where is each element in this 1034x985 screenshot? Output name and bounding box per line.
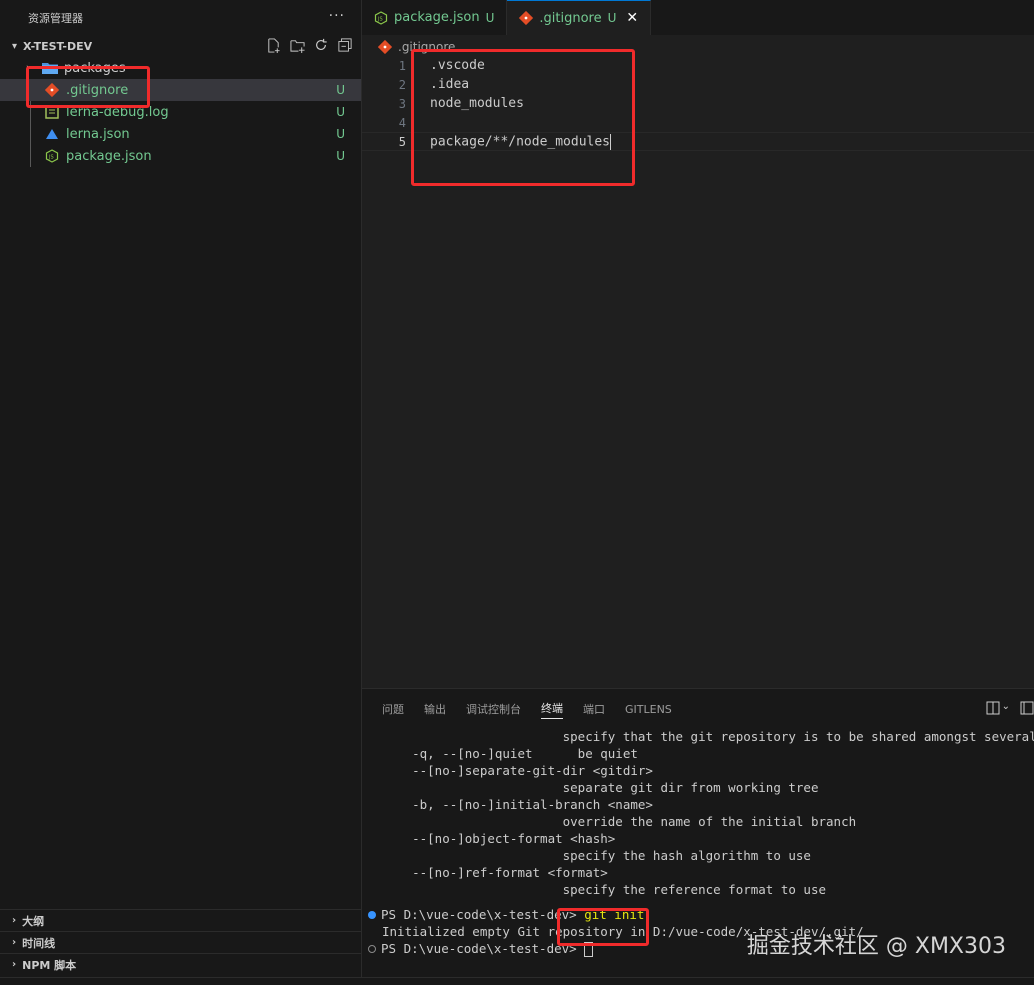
command-success-icon (368, 911, 376, 919)
panel-actions: ⌄ (986, 701, 1034, 719)
nodejs-icon: JS (374, 10, 388, 25)
explorer-title: 资源管理器 (28, 11, 83, 25)
line-number: 1 (398, 58, 406, 73)
tab-output[interactable]: 输出 (424, 701, 446, 717)
outline-section[interactable]: › 大纲 (0, 909, 361, 931)
terminal-line: --[no-]object-format <hash> (382, 831, 616, 846)
terminal-prompt-line: PS D:\vue-code\x-test-dev> git init (368, 907, 1034, 924)
new-file-icon[interactable] (265, 37, 281, 53)
section-label: 大纲 (22, 914, 45, 928)
split-terminal-icon[interactable] (986, 701, 1000, 719)
prompt-text: PS D:\vue-code\x-test-dev> (381, 907, 585, 922)
chevron-right-icon: › (12, 937, 17, 948)
command-pending-icon (368, 945, 376, 953)
tree-file-package-json[interactable]: JS package.json U (0, 145, 361, 167)
terminal-line: specify that the git repository is to be… (382, 729, 1034, 744)
terminal-line: -q, --[no-]quiet be quiet (382, 746, 638, 761)
tab-terminal[interactable]: 终端 (541, 700, 563, 719)
lerna-icon (44, 126, 60, 142)
chevron-right-icon: › (12, 915, 17, 926)
svg-text:JS: JS (377, 16, 383, 22)
status-bar (0, 977, 1034, 985)
untracked-badge: U (336, 83, 345, 97)
chevron-down-icon[interactable]: ⌄ (1002, 701, 1010, 719)
line-number: 4 (398, 115, 406, 130)
git-icon (519, 11, 534, 25)
tab-label: package.json (394, 10, 480, 25)
untracked-badge: U (336, 127, 345, 141)
terminal-line: -b, --[no-]initial-branch <name> (382, 797, 653, 812)
terminal-line: --[no-]ref-format <format> (382, 865, 608, 880)
chevron-right-icon: › (12, 959, 17, 970)
collapse-all-icon[interactable] (337, 37, 353, 53)
untracked-badge: U (336, 149, 345, 163)
highlight-box-git-init (557, 908, 649, 946)
tab-label: .gitignore (539, 10, 602, 26)
highlight-box-gitignore (26, 66, 150, 108)
explorer-sidebar: 资源管理器 ··· ▾ X-TEST-DEV › packages .gitig… (0, 0, 362, 977)
tree-file-lerna-json[interactable]: lerna.json U (0, 123, 361, 145)
terminal-line: separate git dir from working tree (382, 780, 819, 795)
tree-item-label: lerna.json (66, 126, 130, 142)
terminal-spacer (382, 899, 1034, 907)
close-icon[interactable]: ✕ (626, 10, 638, 26)
terminal-line: override the name of the initial branch (382, 814, 857, 829)
npm-scripts-section[interactable]: › NPM 脚本 (0, 953, 361, 975)
watermark: 掘金技术社区 @ XMX303 (746, 934, 1006, 959)
timeline-section[interactable]: › 时间线 (0, 931, 361, 953)
untracked-badge: U (485, 10, 495, 25)
tab-problems[interactable]: 问题 (382, 701, 404, 717)
prompt-text: PS D:\vue-code\x-test-dev> (381, 941, 585, 956)
project-name: X-TEST-DEV (23, 39, 93, 53)
project-folder-header[interactable]: ▾ X-TEST-DEV (0, 35, 361, 57)
line-number: 3 (398, 96, 406, 111)
editor-tabs: JS package.json U .gitignore U ✕ (362, 0, 1034, 35)
highlight-box-editor (411, 49, 635, 186)
section-label: NPM 脚本 (22, 958, 77, 972)
nodejs-icon: JS (44, 148, 60, 164)
tab-gitignore[interactable]: .gitignore U ✕ (507, 0, 652, 35)
tab-debug-console[interactable]: 调试控制台 (466, 701, 521, 717)
line-number: 2 (398, 77, 406, 92)
more-actions-icon[interactable]: ··· (329, 8, 345, 24)
tree-item-label: package.json (66, 148, 152, 164)
explorer-header: 资源管理器 ··· (0, 0, 361, 35)
untracked-badge: U (607, 11, 617, 25)
terminal-line: specify the hash algorithm to use (382, 848, 811, 863)
explorer-actions (265, 37, 353, 53)
new-folder-icon[interactable] (289, 37, 305, 53)
svg-text:JS: JS (48, 155, 54, 161)
refresh-icon[interactable] (313, 37, 329, 53)
untracked-badge: U (336, 105, 345, 119)
panel-tabs: 问题 输出 调试控制台 终端 端口 GITLENS ⌄ (362, 689, 1034, 729)
line-number: 5 (398, 134, 406, 149)
terminal-output[interactable]: specify that the git repository is to be… (362, 729, 1034, 958)
git-icon (378, 40, 392, 54)
chevron-down-icon: ▾ (12, 40, 18, 52)
terminal-line: --[no-]separate-git-dir <gitdir> (382, 763, 653, 778)
tab-ports[interactable]: 端口 (583, 701, 605, 717)
terminal-line: specify the reference format to use (382, 882, 827, 897)
tab-gitlens[interactable]: GITLENS (625, 703, 672, 716)
layout-panel-icon[interactable] (1020, 701, 1034, 719)
tab-package-json[interactable]: JS package.json U (362, 0, 508, 35)
section-label: 时间线 (22, 936, 56, 950)
